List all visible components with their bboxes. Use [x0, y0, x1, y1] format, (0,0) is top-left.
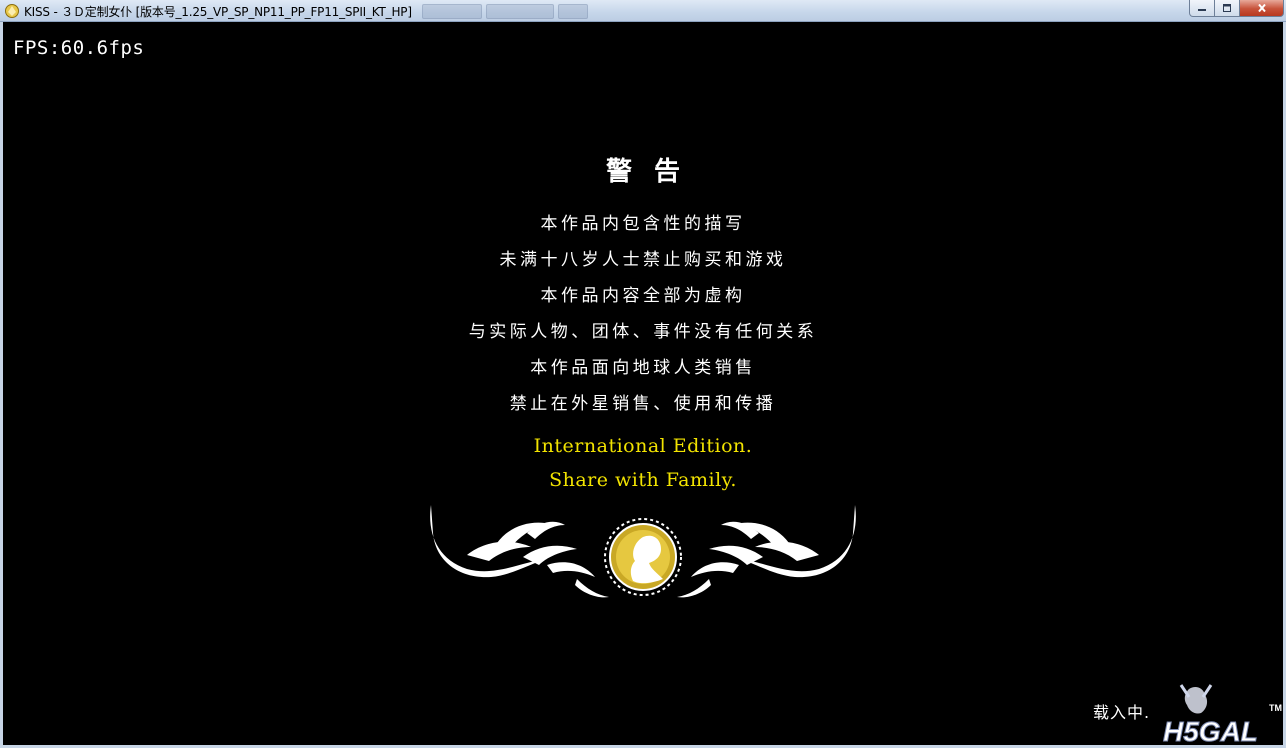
window-titlebar[interactable]: KISS - ３Ｄ定制女仆 [版本号_1.25_VP_SP_NP11_PP_FP…: [0, 0, 1286, 22]
warning-line: 本作品内包含性的描写: [540, 214, 746, 234]
close-icon: [1257, 4, 1266, 12]
ornamental-emblem: [430, 505, 856, 598]
loading-indicator: 载入中.: [1093, 703, 1151, 722]
background-taskbar-ghost: [422, 4, 592, 19]
maximize-icon: [1223, 4, 1231, 12]
h5gal-watermark-logo: H5GAL TM: [1163, 684, 1282, 745]
warning-line: 禁止在外星销售、使用和传播: [509, 394, 777, 414]
watermark-text: H5GAL: [1163, 716, 1258, 745]
minimize-button[interactable]: [1189, 0, 1215, 17]
warning-line: 本作品面向地球人类销售: [530, 358, 756, 378]
close-button[interactable]: [1240, 0, 1284, 17]
warning-line: 未满十八岁人士禁止购买和游戏: [499, 250, 787, 270]
fps-counter: FPS:60.6fps: [13, 37, 145, 59]
game-viewport[interactable]: FPS:60.6fps 警告 本作品内包含性的描写 未满十八岁人士禁止购买和游戏…: [3, 23, 1283, 745]
minimize-icon: [1198, 9, 1206, 11]
edition-line: International Edition.: [533, 435, 753, 457]
maximize-button[interactable]: [1215, 0, 1240, 17]
warning-line: 本作品内容全部为虚构: [540, 286, 746, 306]
app-icon: [5, 4, 19, 18]
edition-tagline: Share with Family.: [549, 469, 737, 491]
window-title: KISS - ３Ｄ定制女仆 [版本号_1.25_VP_SP_NP11_PP_FP…: [24, 5, 412, 19]
window-controls: [1189, 0, 1284, 19]
watermark-trademark: TM: [1269, 703, 1282, 713]
warning-line: 与实际人物、团体、事件没有任何关系: [468, 322, 818, 342]
warning-title: 警告: [605, 157, 702, 187]
